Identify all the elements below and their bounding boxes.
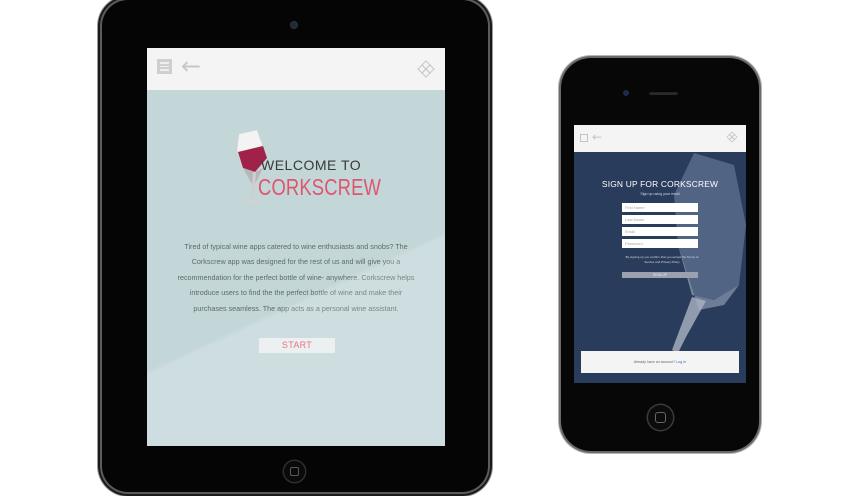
tablet-screen: ← WELCOME TO CORKSCREW Tired of typical … [147, 48, 445, 446]
brand-title: CORKSCREW [258, 174, 382, 200]
login-bar: Already have an account? Log In [581, 351, 739, 373]
signup-title: SIGN UP FOR CORKSCREW [601, 179, 719, 189]
phone-camera [623, 90, 629, 96]
phone-speaker [649, 91, 678, 95]
login-prompt: Already have an account? [633, 360, 676, 364]
terms-text: By signing up you confirm that you accep… [625, 255, 699, 264]
menu-icon[interactable] [580, 134, 588, 142]
dpad-icon[interactable] [417, 60, 435, 78]
email-field[interactable] [622, 227, 698, 236]
back-arrow-icon[interactable]: ← [181, 53, 201, 79]
tablet-home-button [284, 461, 305, 482]
wine-glass-background [672, 153, 746, 353]
signup-subtitle: Sign up using your email [640, 192, 680, 196]
password-field[interactable] [622, 239, 698, 248]
phone-screen: ← SIGN UP FOR CORKSCREW Sign up using yo… [574, 125, 746, 383]
app-description: Tired of typical wine apps catered to wi… [177, 242, 415, 313]
start-button[interactable]: START [259, 338, 335, 353]
signup-button[interactable]: SIGN UP [622, 272, 698, 278]
menu-icon[interactable] [157, 59, 172, 74]
phone-top-bar: ← [574, 125, 746, 152]
dpad-icon[interactable] [726, 131, 738, 143]
first-name-field[interactable] [622, 203, 698, 212]
last-name-field[interactable] [622, 215, 698, 224]
welcome-heading: WELCOME TO [261, 157, 362, 173]
tablet-top-bar: ← [147, 48, 445, 90]
tablet-device: ← WELCOME TO CORKSCREW Tired of typical … [102, 0, 488, 492]
login-link[interactable]: Log In [676, 360, 686, 364]
back-arrow-icon[interactable]: ← [592, 129, 602, 145]
tablet-camera [291, 22, 297, 28]
phone-home-button [648, 405, 673, 430]
phone-device: ← SIGN UP FOR CORKSCREW Sign up using yo… [561, 58, 759, 451]
